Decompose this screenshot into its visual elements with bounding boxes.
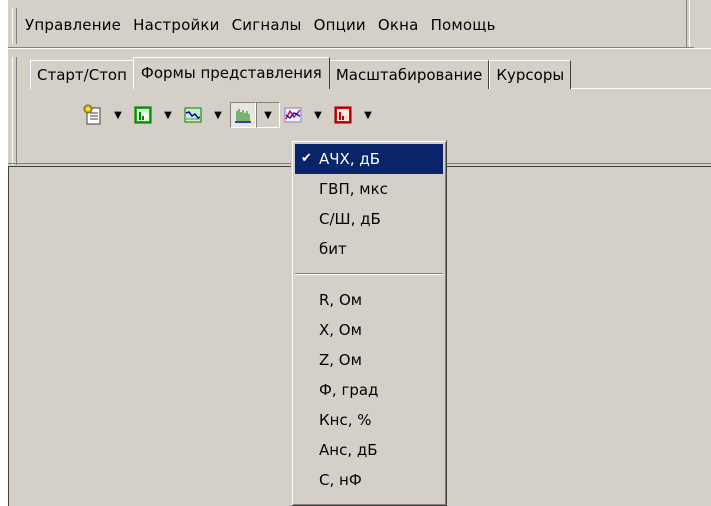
application-window: Управление Настройки Сигналы Опции Окна … — [8, 0, 711, 506]
multi-graph-icon — [283, 105, 303, 125]
tab-cursors[interactable]: Курсоры — [489, 60, 572, 89]
menu-item-bits[interactable]: бит — [295, 234, 443, 264]
settings-dropdown-arrow[interactable]: ▼ — [106, 102, 130, 128]
menu-signals[interactable]: Сигналы — [227, 16, 309, 34]
red-bar-chart-icon — [333, 105, 353, 125]
menu-item-label: Анс, дБ — [319, 441, 378, 459]
tab-display-forms[interactable]: Формы представления — [132, 57, 330, 89]
menu-item-phase[interactable]: Ф, град — [295, 375, 443, 405]
menu-item-label: С, нФ — [319, 471, 362, 489]
menu-item-label: ГВП, мкс — [319, 180, 388, 198]
menu-item-reactance[interactable]: X, Ом — [295, 315, 443, 345]
checkmark-icon: ✔ — [301, 151, 312, 166]
menu-item-resistance[interactable]: R, Ом — [295, 285, 443, 315]
menubar-edge — [686, 0, 690, 47]
menu-item-label: бит — [319, 240, 347, 258]
menu-options[interactable]: Опции — [309, 16, 373, 34]
toolbar-grip[interactable] — [12, 57, 17, 165]
menubar-grip[interactable] — [12, 8, 17, 44]
green-bar-chart-icon — [133, 105, 153, 125]
menu-item-label: С/Ш, дБ — [319, 210, 381, 228]
menu-item-frequency-response[interactable]: ✔ АЧХ, дБ — [295, 144, 443, 174]
menu-separator — [295, 273, 443, 275]
menu-item-label: Ф, град — [319, 381, 379, 399]
tab-start-stop[interactable]: Старт/Стоп — [30, 60, 134, 89]
display-form-menu: ✔ АЧХ, дБ ГВП, мкс С/Ш, дБ бит R, Ом X, … — [291, 140, 447, 506]
menu-help[interactable]: Помощь — [426, 16, 503, 34]
menu-item-distortion-db[interactable]: Анс, дБ — [295, 435, 443, 465]
waveform-button[interactable] — [180, 102, 206, 128]
menu-item-capacitance[interactable]: С, нФ — [295, 465, 443, 495]
tab-scaling[interactable]: Масштабирование — [328, 60, 490, 89]
menu-item-thd[interactable]: Кнс, % — [295, 405, 443, 435]
menu-settings[interactable]: Настройки — [128, 16, 227, 34]
spectrum-dropdown-arrow[interactable]: ▼ — [256, 102, 280, 128]
settings-document-button[interactable] — [80, 102, 106, 128]
menu-bar: Управление Настройки Сигналы Опции Окна … — [8, 0, 694, 48]
menu-item-snr[interactable]: С/Ш, дБ — [295, 204, 443, 234]
menu-windows[interactable]: Окна — [373, 16, 426, 34]
red-chart-dropdown-arrow[interactable]: ▼ — [356, 102, 380, 128]
tab-strip: Старт/Стоп Формы представления Масштабир… — [30, 57, 572, 89]
menu-item-label: Z, Ом — [319, 351, 362, 369]
menu-control[interactable]: Управление — [20, 16, 128, 34]
green-chart-dropdown-arrow[interactable]: ▼ — [156, 102, 180, 128]
red-chart-button[interactable] — [330, 102, 356, 128]
menu-item-label: R, Ом — [319, 291, 363, 309]
waveform-icon — [183, 105, 203, 125]
menu-item-label: X, Ом — [319, 321, 362, 339]
toolbar-buttons: ▼ ▼ ▼ ▼ ▼ ▼ — [80, 100, 380, 130]
menu-item-group-delay[interactable]: ГВП, мкс — [295, 174, 443, 204]
spectrum-button[interactable] — [230, 102, 256, 128]
menu-item-impedance[interactable]: Z, Ом — [295, 345, 443, 375]
multi-graph-button[interactable] — [280, 102, 306, 128]
waveform-dropdown-arrow[interactable]: ▼ — [206, 102, 230, 128]
multi-graph-dropdown-arrow[interactable]: ▼ — [306, 102, 330, 128]
spectrum-bars-icon — [233, 105, 253, 125]
settings-document-icon — [82, 104, 104, 126]
menu-item-label: АЧХ, дБ — [319, 150, 381, 168]
green-chart-button[interactable] — [130, 102, 156, 128]
menu-item-label: Кнс, % — [319, 411, 372, 429]
